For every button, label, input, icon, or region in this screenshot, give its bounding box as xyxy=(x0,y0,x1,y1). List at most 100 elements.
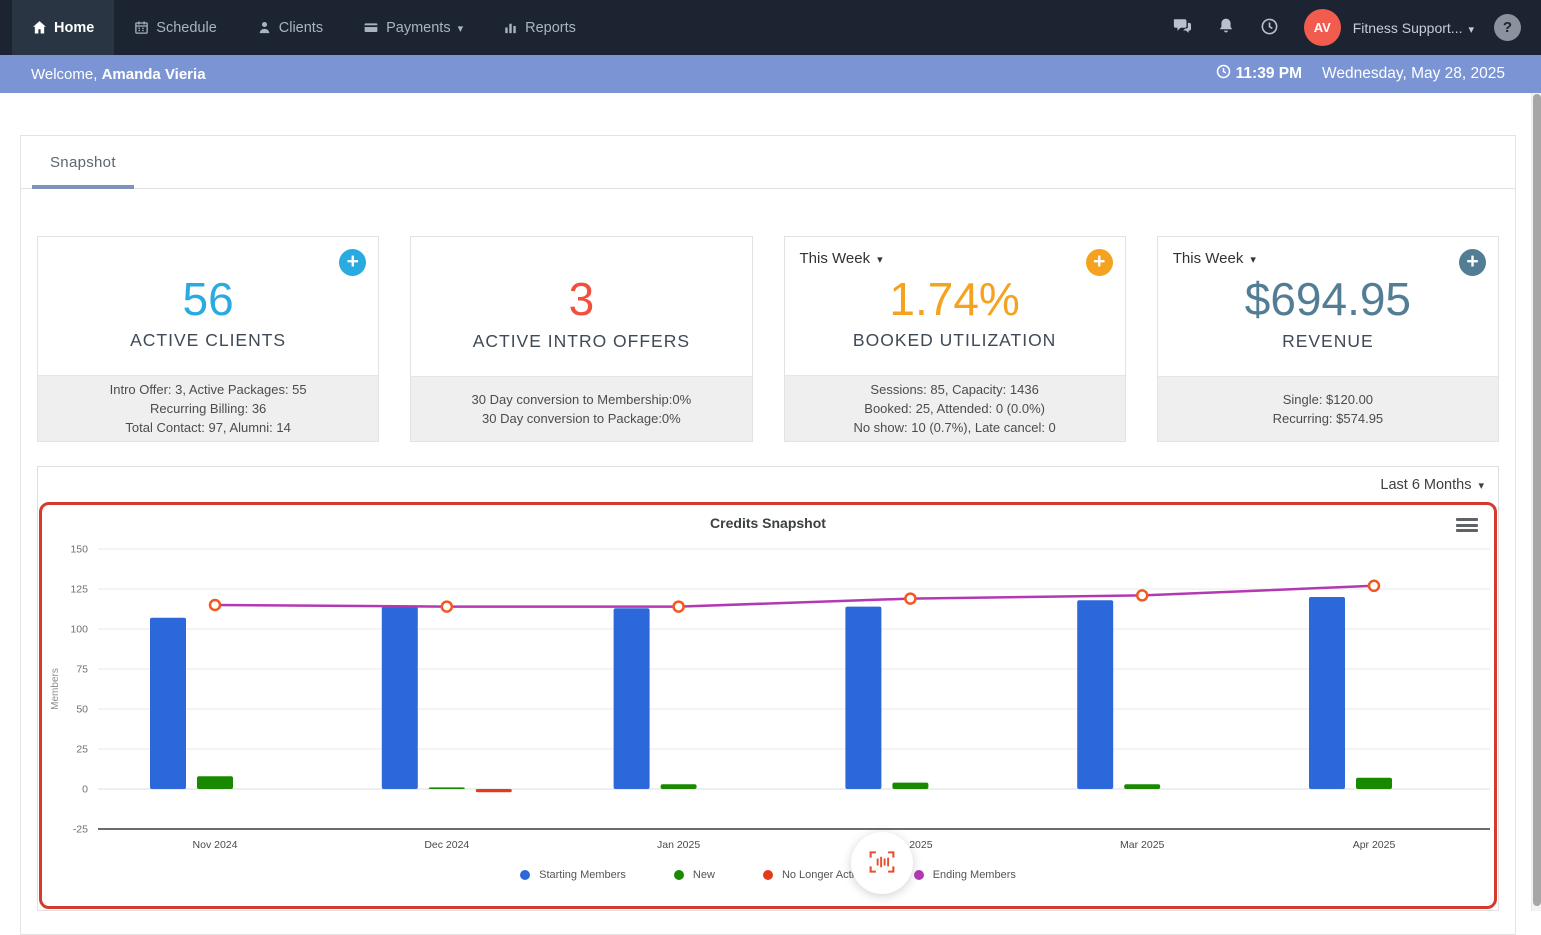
period-label: This Week xyxy=(1173,250,1244,267)
welcome-datetime: 11:39 PM Wednesday, May 28, 2025 xyxy=(1216,64,1505,84)
nav-item-reports[interactable]: Reports xyxy=(483,0,596,55)
tab-snapshot[interactable]: Snapshot xyxy=(32,136,134,188)
svg-text:150: 150 xyxy=(70,544,88,556)
clock-icon xyxy=(1216,64,1231,84)
nav-item-label: Reports xyxy=(525,20,576,36)
time-value: 11:39 PM xyxy=(1236,65,1302,83)
legend-item[interactable]: No Longer Active xyxy=(763,869,866,881)
svg-text:Members: Members xyxy=(50,668,61,710)
bell-icon xyxy=(1217,17,1235,38)
chevron-down-icon xyxy=(877,250,883,267)
stat-value: 3 xyxy=(569,275,595,323)
legend-dot xyxy=(763,870,773,880)
home-icon xyxy=(32,20,47,35)
range-dropdown[interactable]: Last 6 Months xyxy=(1366,477,1498,493)
legend-item[interactable]: Starting Members xyxy=(520,869,626,881)
user-menu-button[interactable]: Fitness Support... xyxy=(1349,20,1478,36)
detail-line: Total Contact: 97, Alumni: 14 xyxy=(46,418,370,437)
legend-label: New xyxy=(693,869,715,881)
stat-value: $694.95 xyxy=(1245,275,1411,323)
avatar[interactable]: AV xyxy=(1304,9,1341,46)
svg-text:Nov 2024: Nov 2024 xyxy=(193,839,238,851)
legend-dot xyxy=(914,870,924,880)
nav-item-clients[interactable]: Clients xyxy=(237,0,343,55)
add-button[interactable] xyxy=(1459,249,1486,276)
nav-menu: Home Schedule Clients Payments Report xyxy=(12,0,596,55)
credit-card-icon xyxy=(363,20,379,35)
dashboard-panel: Snapshot 56 ACTIVE CLIENTS Intro Offer: … xyxy=(20,135,1516,935)
stat-cards-row: 56 ACTIVE CLIENTS Intro Offer: 3, Active… xyxy=(37,236,1499,442)
svg-text:125: 125 xyxy=(70,584,88,596)
welcome-text: Welcome, Amanda Vieria xyxy=(31,66,206,83)
period-label: This Week xyxy=(800,250,871,267)
svg-text:75: 75 xyxy=(76,664,88,676)
period-dropdown[interactable]: This Week xyxy=(800,250,883,267)
welcome-user-name: Amanda Vieria xyxy=(102,66,206,83)
stat-value: 1.74% xyxy=(889,275,1019,323)
chevron-down-icon xyxy=(458,20,464,36)
chart-legend: Starting Members New No Longer Active En… xyxy=(42,869,1494,881)
recent-activity-button[interactable] xyxy=(1252,10,1288,46)
booked-utilization-card: This Week 1.74% BOOKED UTILIZATION Sessi… xyxy=(784,236,1126,442)
nav-item-label: Home xyxy=(54,20,94,36)
period-dropdown[interactable]: This Week xyxy=(1173,250,1256,267)
svg-text:100: 100 xyxy=(70,624,88,636)
detail-line: Sessions: 85, Capacity: 1436 xyxy=(793,380,1117,399)
nav-actions: AV Fitness Support... xyxy=(1164,0,1541,55)
svg-text:Apr 2025: Apr 2025 xyxy=(1353,839,1396,851)
vertical-scrollbar xyxy=(1531,93,1541,911)
user-name: Fitness Support... xyxy=(1353,20,1463,36)
card-details: Sessions: 85, Capacity: 1436 Booked: 25,… xyxy=(785,375,1125,441)
person-icon xyxy=(257,20,272,35)
help-button[interactable] xyxy=(1494,14,1521,41)
add-button[interactable] xyxy=(1086,249,1113,276)
svg-text:Mar 2025: Mar 2025 xyxy=(1120,839,1165,851)
chevron-down-icon xyxy=(1478,477,1484,493)
clock-icon xyxy=(1260,17,1279,39)
nav-item-home[interactable]: Home xyxy=(12,0,114,55)
svg-text:50: 50 xyxy=(76,704,88,716)
stat-label: BOOKED UTILIZATION xyxy=(853,330,1056,351)
svg-text:-25: -25 xyxy=(73,824,88,836)
card-details: Single: $120.00 Recurring: $574.95 xyxy=(1158,376,1498,441)
messages-button[interactable] xyxy=(1164,10,1200,46)
top-nav: Home Schedule Clients Payments Report xyxy=(0,0,1541,55)
welcome-bar: Welcome, Amanda Vieria 11:39 PM Wednesda… xyxy=(0,55,1541,93)
barcode-scan-button[interactable] xyxy=(851,832,913,894)
calendar-icon xyxy=(134,20,149,35)
active-clients-card: 56 ACTIVE CLIENTS Intro Offer: 3, Active… xyxy=(37,236,379,442)
detail-line: 30 Day conversion to Membership:0% xyxy=(419,390,743,409)
card-main: 3 ACTIVE INTRO OFFERS xyxy=(411,237,751,376)
credits-snapshot-panel: Last 6 Months Credits Snapshot -25025507… xyxy=(37,466,1499,911)
detail-line: No show: 10 (0.7%), Late cancel: 0 xyxy=(793,418,1117,437)
card-details: 30 Day conversion to Membership:0% 30 Da… xyxy=(411,376,751,441)
legend-item[interactable]: New xyxy=(674,869,715,881)
bar-chart-icon xyxy=(503,20,518,35)
welcome-greeting: Welcome, xyxy=(31,66,97,83)
svg-text:25: 25 xyxy=(76,744,88,756)
legend-dot xyxy=(674,870,684,880)
nav-item-payments[interactable]: Payments xyxy=(343,0,483,55)
nav-item-schedule[interactable]: Schedule xyxy=(114,0,236,55)
stat-label: ACTIVE INTRO OFFERS xyxy=(473,331,690,352)
hamburger-icon xyxy=(1456,518,1478,521)
chart-highlight-box: Credits Snapshot -250255075100125150Memb… xyxy=(39,502,1497,909)
tab-bar: Snapshot xyxy=(21,136,1515,189)
scrollbar-thumb[interactable] xyxy=(1533,94,1541,906)
card-main: 56 ACTIVE CLIENTS xyxy=(38,237,378,375)
detail-line: Recurring Billing: 36 xyxy=(46,399,370,418)
chart-title: Credits Snapshot xyxy=(42,515,1494,531)
svg-text:Dec 2024: Dec 2024 xyxy=(424,839,469,851)
chart-menu-button[interactable] xyxy=(1456,518,1478,532)
current-date: Wednesday, May 28, 2025 xyxy=(1322,65,1505,83)
notifications-button[interactable] xyxy=(1208,10,1244,46)
legend-dot xyxy=(520,870,530,880)
barcode-scan-icon xyxy=(866,848,898,879)
detail-line: Intro Offer: 3, Active Packages: 55 xyxy=(46,380,370,399)
legend-item[interactable]: Ending Members xyxy=(914,869,1016,881)
detail-line: Recurring: $574.95 xyxy=(1166,409,1490,428)
active-intro-offers-card: 3 ACTIVE INTRO OFFERS 30 Day conversion … xyxy=(410,236,752,442)
chevron-down-icon xyxy=(1250,250,1256,267)
nav-item-label: Clients xyxy=(279,20,323,36)
nav-item-label: Payments xyxy=(386,20,450,36)
